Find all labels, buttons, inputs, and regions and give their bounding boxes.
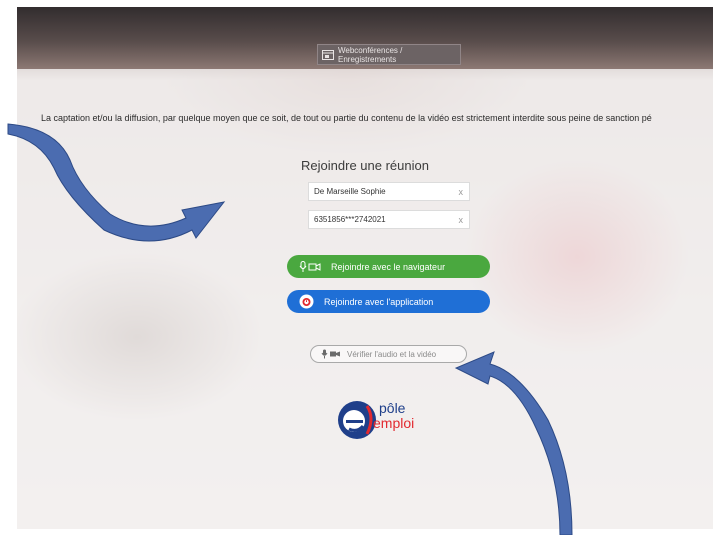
curved-arrow-left	[7, 123, 226, 242]
annotation-arrows	[7, 123, 573, 535]
curved-arrow-right	[454, 351, 573, 535]
